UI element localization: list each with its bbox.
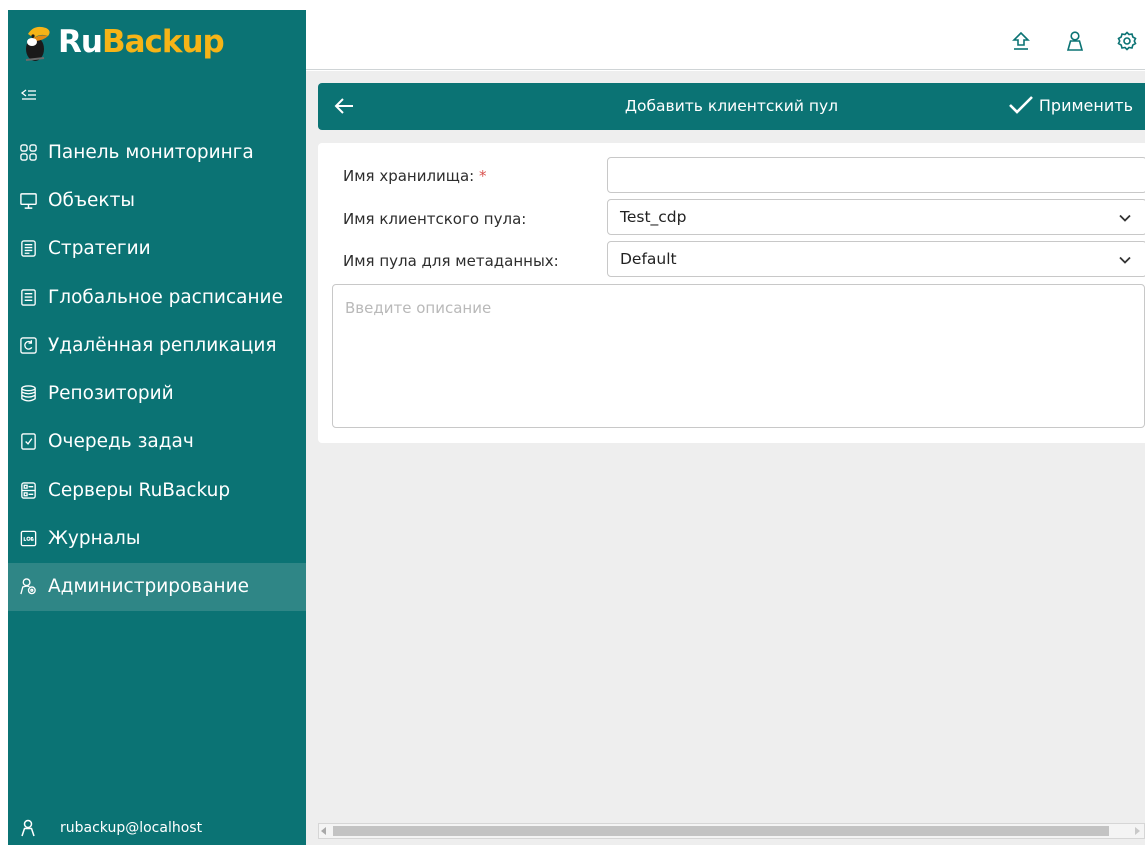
strategy-icon (18, 239, 38, 259)
sidebar-item-label: Серверы RuBackup (48, 479, 231, 501)
storage-name-input[interactable] (607, 157, 1145, 193)
description-placeholder: Введите описание (345, 299, 492, 317)
scroll-right-arrow-icon[interactable] (1135, 827, 1140, 835)
schedule-icon (18, 287, 38, 307)
main-content: Добавить клиентский пул Применить Имя хр… (306, 71, 1145, 845)
client-pool-value: Test_cdp (620, 208, 687, 226)
sidebar-item-label: Журналы (48, 528, 141, 550)
sidebar: RuBackup Панель мониторинга Объекты Стра… (8, 10, 306, 845)
description-textarea[interactable]: Введите описание (332, 284, 1145, 428)
metadata-pool-label: Имя пула для метаданных: (343, 252, 559, 270)
checkmark-icon (1008, 96, 1033, 114)
server-icon (18, 480, 38, 500)
app-window: RuBackup Панель мониторинга Объекты Стра… (0, 0, 1145, 845)
sidebar-item-label: Репозиторий (48, 383, 174, 405)
form-toolbar: Добавить клиентский пул Применить (318, 83, 1145, 130)
monitor-icon (18, 190, 38, 210)
user-icon (21, 819, 35, 837)
log-icon (18, 529, 38, 549)
top-bar (306, 10, 1145, 70)
apply-button[interactable]: Применить (1007, 93, 1133, 117)
chevron-down-icon (1119, 214, 1131, 222)
sidebar-item-label: Стратегии (48, 238, 151, 260)
sidebar-item-dashboard[interactable]: Панель мониторинга (8, 128, 306, 176)
sidebar-item-label: Администрирование (48, 576, 250, 598)
current-user[interactable]: rubackup@localhost (20, 819, 202, 837)
sidebar-item-administration[interactable]: Администрирование (8, 562, 306, 611)
rubackup-logo: RuBackup (18, 22, 225, 62)
task-queue-icon (18, 432, 38, 452)
apply-label: Применить (1038, 95, 1133, 115)
scrollbar-thumb[interactable] (333, 826, 1109, 836)
sidebar-item-global-schedule[interactable]: Глобальное расписание (8, 273, 306, 321)
sidebar-item-label: Панель мониторинга (48, 141, 254, 163)
horizontal-scrollbar[interactable] (318, 823, 1145, 839)
replication-icon (18, 335, 38, 355)
required-asterisk: * (478, 167, 487, 185)
collapse-menu-icon[interactable] (20, 86, 38, 104)
upload-icon[interactable] (1010, 30, 1032, 52)
metadata-pool-value: Default (620, 250, 677, 268)
sidebar-item-objects[interactable]: Объекты (8, 176, 306, 224)
user-profile-icon[interactable] (1064, 30, 1086, 52)
metadata-pool-select[interactable]: Default (607, 241, 1145, 277)
sidebar-item-label: Глобальное расписание (48, 286, 283, 308)
sidebar-item-label: Удалённая репликация (48, 334, 277, 356)
user-name: rubackup@localhost (60, 820, 203, 836)
brand-name: RuBackup (58, 24, 225, 60)
sidebar-item-repository[interactable]: Репозиторий (8, 369, 306, 417)
settings-gear-icon[interactable] (1116, 30, 1138, 52)
chevron-down-icon (1119, 256, 1131, 264)
dashboard-icon (18, 142, 38, 162)
admin-icon (18, 577, 38, 597)
sidebar-item-task-queue[interactable]: Очередь задач (8, 418, 306, 466)
sidebar-item-strategies[interactable]: Стратегии (8, 225, 306, 273)
scroll-left-arrow-icon[interactable] (321, 827, 326, 835)
client-pool-select[interactable]: Test_cdp (607, 199, 1145, 235)
database-icon (18, 384, 38, 404)
sidebar-item-rubackup-servers[interactable]: Серверы RuBackup (8, 466, 306, 514)
toucan-logo-icon (25, 26, 50, 61)
sidebar-item-label: Очередь задач (48, 431, 194, 453)
sidebar-item-label: Объекты (48, 189, 135, 211)
sidebar-nav: Панель мониторинга Объекты Стратегии Гло… (8, 128, 306, 611)
sidebar-item-logs[interactable]: Журналы (8, 514, 306, 562)
sidebar-item-remote-replication[interactable]: Удалённая репликация (8, 321, 306, 369)
storage-name-label: Имя хранилища: * (343, 167, 487, 185)
client-pool-label: Имя клиентского пула: (343, 210, 527, 228)
